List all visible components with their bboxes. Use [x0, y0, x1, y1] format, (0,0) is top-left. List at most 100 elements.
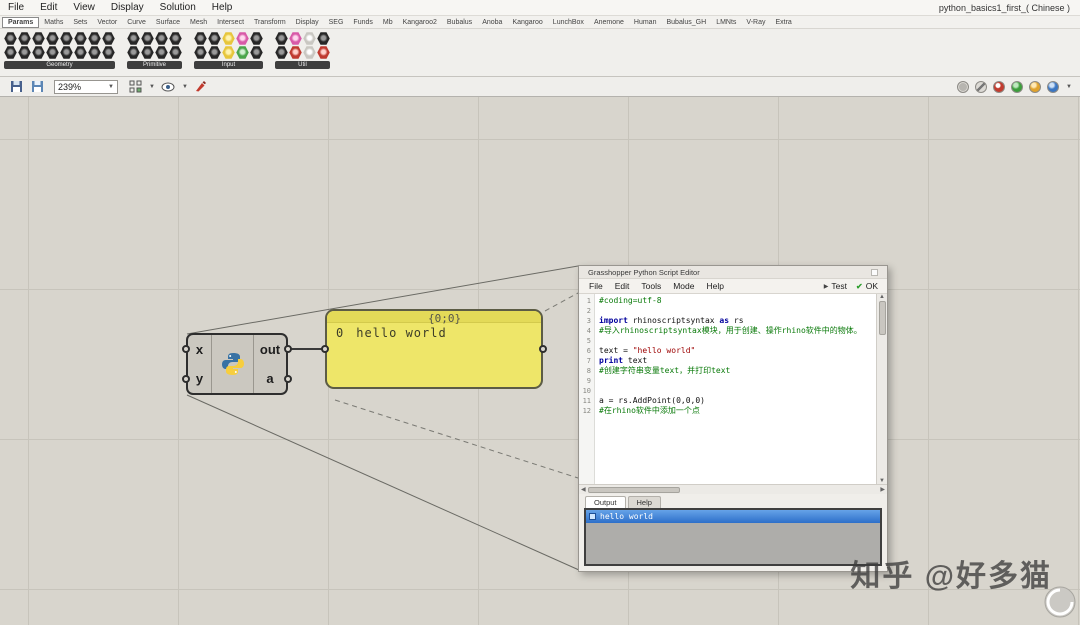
param-grip-out[interactable]	[284, 345, 292, 353]
ribbon-tab[interactable]: Anoba	[477, 18, 507, 27]
test-button[interactable]: ▶ Test	[824, 281, 847, 291]
ribbon-tab[interactable]: Extra	[770, 18, 796, 27]
component-icon[interactable]	[88, 32, 101, 45]
editor-menu-item[interactable]: Edit	[609, 281, 636, 291]
component-icon[interactable]	[88, 46, 101, 59]
component-icon[interactable]	[32, 46, 45, 59]
save-icon[interactable]	[8, 79, 24, 95]
vertical-scrollbar[interactable]: ▲ ▼	[876, 294, 887, 484]
ribbon-tab[interactable]: Funds	[348, 18, 377, 27]
preview-eye-icon[interactable]	[160, 79, 176, 95]
component-icon[interactable]	[317, 32, 330, 45]
component-icon[interactable]	[275, 32, 288, 45]
component-icon[interactable]	[46, 46, 59, 59]
component-icon[interactable]	[236, 32, 249, 45]
component-icon[interactable]	[303, 46, 316, 59]
chevron-down-icon[interactable]: ▼	[182, 84, 188, 90]
component-icon[interactable]	[317, 46, 330, 59]
ribbon-tab[interactable]: Vector	[92, 18, 122, 27]
ribbon-tab[interactable]: SEG	[324, 18, 349, 27]
component-icon[interactable]	[222, 46, 235, 59]
tab-help[interactable]: Help	[627, 496, 661, 508]
horizontal-scrollbar[interactable]: ◀ ▶	[579, 484, 887, 494]
component-icon[interactable]	[169, 46, 182, 59]
editor-menu-item[interactable]: Tools	[635, 281, 667, 291]
output-line[interactable]: hello world	[586, 510, 880, 523]
ribbon-tab[interactable]: Display	[291, 18, 324, 27]
ribbon-tab[interactable]: Transform	[249, 18, 291, 27]
menu-item[interactable]: Solution	[152, 1, 204, 14]
blue-sphere-icon[interactable]	[1047, 80, 1060, 93]
component-icon[interactable]	[46, 32, 59, 45]
zoom-select[interactable]: 239% ▼	[54, 79, 118, 94]
component-icon[interactable]	[127, 32, 140, 45]
component-icon[interactable]	[169, 32, 182, 45]
component-icon[interactable]	[141, 46, 154, 59]
component-icon[interactable]	[102, 46, 115, 59]
red-pin-icon[interactable]	[993, 80, 1006, 93]
tab-output[interactable]: Output	[585, 496, 626, 508]
scroll-up-icon[interactable]: ▲	[879, 294, 885, 300]
red-pen-icon[interactable]	[193, 79, 209, 95]
component-icon[interactable]	[289, 46, 302, 59]
ribbon-tab[interactable]: V-Ray	[741, 18, 770, 27]
green-sphere-icon[interactable]	[1011, 80, 1024, 93]
globe-icon[interactable]	[957, 80, 970, 93]
component-icon[interactable]	[74, 46, 87, 59]
ribbon-tab[interactable]: Intersect	[212, 18, 249, 27]
component-icon[interactable]	[127, 46, 140, 59]
editor-menu-item[interactable]: Help	[700, 281, 729, 291]
component-icon[interactable]	[222, 32, 235, 45]
editor-menu-item[interactable]: File	[583, 281, 609, 291]
ribbon-tab[interactable]: Human	[629, 18, 662, 27]
menu-item[interactable]: View	[65, 1, 103, 14]
ribbon-tab[interactable]: Sets	[68, 18, 92, 27]
python-logo-icon[interactable]	[212, 335, 253, 393]
component-icon[interactable]	[60, 46, 73, 59]
panel-input-grip[interactable]	[321, 345, 329, 353]
scrollbar-thumb[interactable]	[878, 301, 886, 335]
ok-button[interactable]: ✔ OK	[856, 281, 878, 291]
ribbon-tab[interactable]: Mb	[378, 18, 398, 27]
component-icon[interactable]	[102, 32, 115, 45]
code-editor[interactable]: 1 #coding=utf-8 2 3 import rhinoscriptsyntax…	[579, 294, 876, 484]
component-icon[interactable]	[4, 46, 17, 59]
zoom-extents-icon[interactable]	[127, 79, 143, 95]
component-icon[interactable]	[155, 46, 168, 59]
menu-item[interactable]: Edit	[32, 1, 65, 14]
scrollbar-thumb[interactable]	[587, 486, 680, 493]
component-icon[interactable]	[155, 32, 168, 45]
param-grip-x[interactable]	[182, 345, 190, 353]
ribbon-tab[interactable]: Kangaroo	[507, 18, 547, 27]
component-icon[interactable]	[60, 32, 73, 45]
component-icon[interactable]	[289, 32, 302, 45]
ribbon-tab[interactable]: Curve	[122, 18, 151, 27]
chevron-down-icon[interactable]: ▼	[1066, 84, 1072, 90]
canvas[interactable]: x y out a 0 hello world {0;0} Grasshoppe…	[0, 97, 1080, 625]
component-icon[interactable]	[236, 46, 249, 59]
python-script-editor-window[interactable]: Grasshopper Python Script Editor File Edi…	[578, 265, 888, 572]
component-icon[interactable]	[250, 32, 263, 45]
orange-sphere-icon[interactable]	[1029, 80, 1042, 93]
param-grip-y[interactable]	[182, 375, 190, 383]
component-icon[interactable]	[275, 46, 288, 59]
component-icon[interactable]	[208, 32, 221, 45]
component-icon[interactable]	[4, 32, 17, 45]
ribbon-tab[interactable]: Params	[2, 16, 40, 28]
ribbon-tab[interactable]: Kangaroo2	[398, 18, 442, 27]
panel-output-grip[interactable]	[539, 345, 547, 353]
component-icon[interactable]	[32, 32, 45, 45]
ribbon-tab[interactable]: Bubalus	[442, 18, 477, 27]
component-icon[interactable]	[18, 46, 31, 59]
component-icon[interactable]	[194, 46, 207, 59]
component-icon[interactable]	[208, 46, 221, 59]
no-preview-icon[interactable]	[975, 80, 988, 93]
ribbon-tab[interactable]: LunchBox	[548, 18, 589, 27]
component-icon[interactable]	[303, 32, 316, 45]
component-icon[interactable]	[74, 32, 87, 45]
ribbon-tab[interactable]: Surface	[151, 18, 185, 27]
component-icon[interactable]	[18, 32, 31, 45]
window-button[interactable]	[871, 268, 878, 276]
menu-item[interactable]: Display	[103, 1, 152, 14]
scroll-left-icon[interactable]: ◀	[581, 486, 586, 493]
